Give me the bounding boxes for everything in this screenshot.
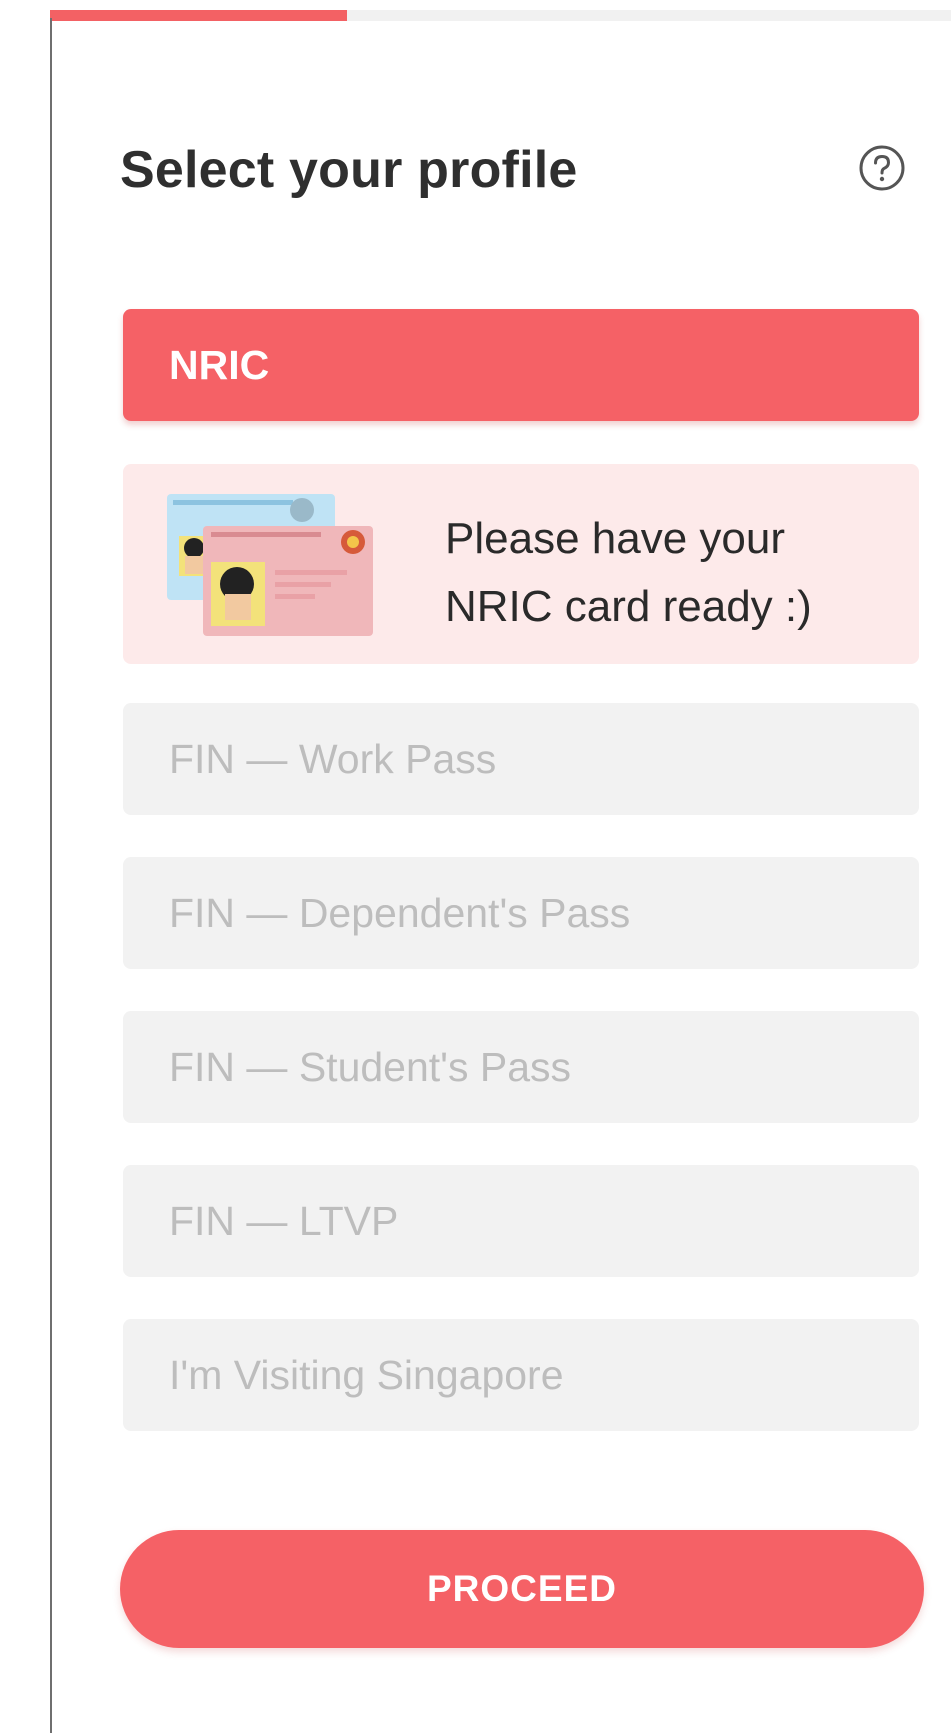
info-line-1: Please have your: [445, 514, 785, 563]
progress-bar: [50, 10, 951, 21]
page-title: Select your profile: [120, 141, 578, 199]
left-divider: [50, 18, 52, 1733]
profile-option-nric[interactable]: NRIC: [123, 309, 919, 421]
info-line-2: NRIC card ready :): [445, 582, 812, 631]
proceed-button[interactable]: PROCEED: [120, 1530, 924, 1648]
nric-cards-illustration: [167, 494, 373, 636]
profile-option-label: FIN — Dependent's Pass: [169, 889, 631, 936]
profile-option-fin-students-pass[interactable]: FIN — Student's Pass: [123, 1011, 919, 1123]
profile-selection-screen: Select your profile NRIC Please have you…: [0, 0, 951, 1733]
profile-option-visiting-singapore[interactable]: I'm Visiting Singapore: [123, 1319, 919, 1431]
profile-option-fin-work-pass[interactable]: FIN — Work Pass: [123, 703, 919, 815]
profile-option-fin-dependents-pass[interactable]: FIN — Dependent's Pass: [123, 857, 919, 969]
profile-option-label: NRIC: [169, 341, 270, 388]
profile-option-fin-ltvp[interactable]: FIN — LTVP: [123, 1165, 919, 1277]
help-circle-icon: [859, 145, 905, 191]
help-button[interactable]: [858, 144, 906, 192]
profile-option-label: FIN — Student's Pass: [169, 1043, 572, 1090]
profile-option-label: I'm Visiting Singapore: [169, 1351, 564, 1398]
progress-bar-fill: [50, 10, 348, 21]
nric-info-text: Please have your NRIC card ready :): [445, 505, 905, 641]
profile-option-label: FIN — Work Pass: [169, 735, 497, 782]
profile-option-label: FIN — LTVP: [169, 1197, 399, 1244]
